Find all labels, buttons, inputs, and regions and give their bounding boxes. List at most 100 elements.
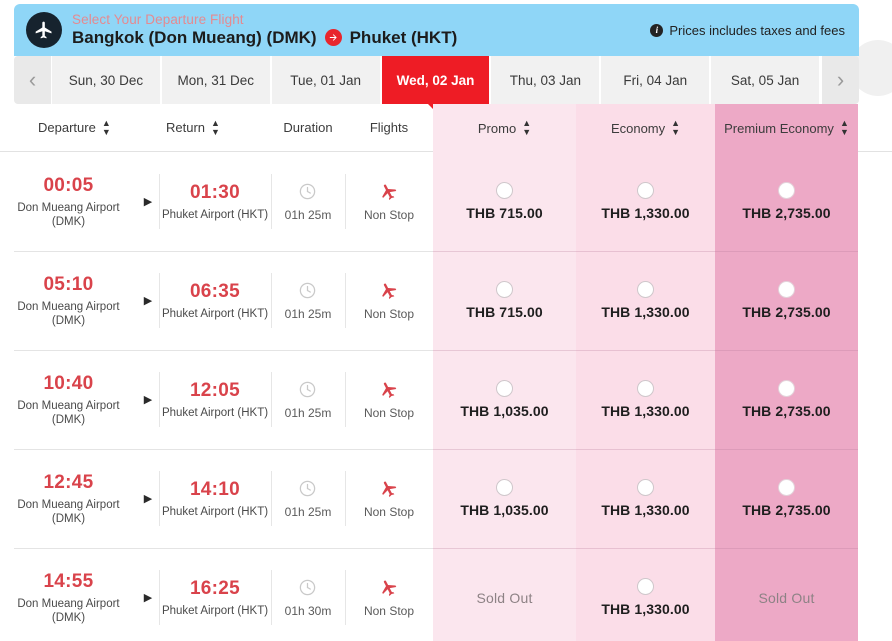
chevron-left-icon[interactable]: ‹ (14, 56, 52, 104)
sold-out-label: Sold Out (476, 589, 533, 606)
column-header-departure[interactable]: Departure ▲ ▼ (0, 104, 137, 152)
radio-button[interactable] (636, 182, 654, 199)
departure-cell: 10:40 Don Mueang Airport (DMK) (0, 350, 137, 449)
leg-arrow-icon: ▶ (137, 152, 159, 251)
fare-cell-premium-soldout: Sold Out (715, 548, 858, 641)
fare-cell-premium[interactable]: THB 2,735.00 (715, 152, 858, 251)
departure-time: 10:40 (43, 372, 94, 394)
date-tab-5[interactable]: Fri, 04 Jan (601, 56, 712, 104)
fare-option[interactable]: THB 1,330.00 (601, 479, 690, 518)
fare-price: THB 1,035.00 (460, 502, 549, 518)
departure-time: 12:45 (43, 471, 94, 493)
fare-option[interactable]: THB 1,035.00 (460, 380, 549, 419)
fare-option[interactable]: THB 2,735.00 (742, 479, 831, 518)
table-row[interactable]: 12:45 Don Mueang Airport (DMK) ▶ 14:10 Phuke… (0, 449, 892, 548)
fare-cell-economy[interactable]: THB 1,330.00 (576, 251, 715, 350)
departure-cell: 05:10 Don Mueang Airport (DMK) (0, 251, 137, 350)
radio-button[interactable] (636, 578, 654, 595)
column-header-economy[interactable]: Economy ▲ ▼ (576, 104, 715, 152)
departure-cell: 14:55 Don Mueang Airport (DMK) (0, 548, 137, 641)
arrival-cell: 01:30 Phuket Airport (HKT) (159, 152, 271, 251)
fare-price: THB 1,330.00 (601, 502, 690, 518)
table-row[interactable]: 05:10 Don Mueang Airport (DMK) ▶ 06:35 Phuke… (0, 251, 892, 350)
prices-note: i Prices includes taxes and fees (650, 23, 845, 38)
radio-button[interactable] (495, 380, 513, 397)
date-tab-label: Mon, 31 Dec (177, 72, 255, 88)
column-header-promo[interactable]: Promo ▲ ▼ (433, 104, 576, 152)
stops-label: Non Stop (363, 306, 415, 321)
row-pad (858, 548, 892, 641)
table-header-row: Departure ▲ ▼ Return ▲ ▼ Duration Flights … (0, 104, 892, 152)
date-tab-4[interactable]: Thu, 03 Jan (491, 56, 602, 104)
row-pad (858, 152, 892, 251)
fare-cell-premium[interactable]: THB 2,735.00 (715, 449, 858, 548)
column-label: Return (166, 120, 206, 135)
date-tab-label: Fri, 04 Jan (623, 72, 688, 88)
table-row[interactable]: 00:05 Don Mueang Airport (DMK) ▶ 01:30 Phuke… (0, 152, 892, 251)
fare-cell-economy[interactable]: THB 1,330.00 (576, 449, 715, 548)
radio-button[interactable] (777, 380, 795, 397)
table-row[interactable]: 14:55 Don Mueang Airport (DMK) ▶ 16:25 Phuke… (0, 548, 892, 641)
fare-option[interactable]: THB 715.00 (466, 281, 543, 320)
fare-cell-premium[interactable]: THB 2,735.00 (715, 350, 858, 449)
column-label: Flights (369, 120, 409, 135)
fare-option[interactable]: THB 2,735.00 (742, 182, 831, 221)
fare-cell-promo[interactable]: THB 1,035.00 (433, 350, 576, 449)
fare-price: THB 1,035.00 (460, 403, 549, 419)
arrival-airport: Phuket Airport (HKT) (161, 307, 269, 320)
flights-cell: Non Stop (345, 152, 433, 251)
duration-label: 01h 30m (284, 603, 332, 618)
column-label: Economy (610, 120, 666, 136)
table-row[interactable]: 10:40 Don Mueang Airport (DMK) ▶ 12:05 Phuke… (0, 350, 892, 449)
date-tab-1[interactable]: Mon, 31 Dec (161, 56, 272, 104)
sort-icon: ▲ ▼ (522, 118, 532, 137)
radio-button[interactable] (636, 281, 654, 298)
radio-button[interactable] (777, 479, 795, 496)
fare-option[interactable]: THB 1,035.00 (460, 479, 549, 518)
arrival-cell: 14:10 Phuket Airport (HKT) (159, 449, 271, 548)
duration-cell: 01h 25m (271, 350, 345, 449)
route-title: Bangkok (Don Mueang) (DMK) Phuket (HKT) (72, 27, 457, 48)
arrival-airport: Phuket Airport (HKT) (161, 604, 269, 617)
stops-label: Non Stop (363, 207, 415, 222)
fare-option[interactable]: THB 715.00 (466, 182, 543, 221)
fare-cell-economy[interactable]: THB 1,330.00 (576, 548, 715, 641)
column-header-premium-economy[interactable]: Premium Economy ▲ ▼ (715, 104, 858, 152)
departure-time: 00:05 (43, 174, 94, 196)
radio-button[interactable] (777, 182, 795, 199)
radio-button[interactable] (636, 479, 654, 496)
chevron-right-icon[interactable]: › (821, 56, 860, 104)
column-label: Departure (38, 120, 96, 135)
radio-button[interactable] (495, 479, 513, 496)
fare-option[interactable]: THB 1,330.00 (601, 578, 690, 617)
flights-cell: Non Stop (345, 350, 433, 449)
fare-option[interactable]: THB 1,330.00 (601, 380, 690, 419)
date-tab-label: Sat, 05 Jan (730, 72, 800, 88)
fare-option[interactable]: THB 2,735.00 (742, 281, 831, 320)
radio-button[interactable] (777, 281, 795, 298)
fare-cell-promo[interactable]: THB 1,035.00 (433, 449, 576, 548)
date-tab-0[interactable]: Sun, 30 Dec (52, 56, 162, 104)
date-tab-3-selected[interactable]: Wed, 02 Jan (381, 56, 492, 104)
fare-option[interactable]: THB 2,735.00 (742, 380, 831, 419)
fare-cell-premium[interactable]: THB 2,735.00 (715, 251, 858, 350)
plane-icon (26, 12, 62, 48)
fare-cell-economy[interactable]: THB 1,330.00 (576, 350, 715, 449)
fare-cell-promo[interactable]: THB 715.00 (433, 152, 576, 251)
fare-option[interactable]: THB 1,330.00 (601, 182, 690, 221)
fare-cell-economy[interactable]: THB 1,330.00 (576, 152, 715, 251)
radio-button[interactable] (495, 182, 513, 199)
leg-arrow-icon: ▶ (137, 350, 159, 449)
row-pad (858, 449, 892, 548)
radio-button[interactable] (495, 281, 513, 298)
fare-cell-promo[interactable]: THB 715.00 (433, 251, 576, 350)
fare-option[interactable]: THB 1,330.00 (601, 281, 690, 320)
date-tab-2[interactable]: Tue, 01 Jan (271, 56, 382, 104)
arrival-time: 12:05 (189, 379, 241, 401)
column-header-return[interactable]: Return ▲ ▼ (159, 104, 271, 152)
date-tab-6[interactable]: Sat, 05 Jan (711, 56, 822, 104)
radio-button[interactable] (636, 380, 654, 397)
fare-price: THB 715.00 (466, 304, 543, 320)
stops-label: Non Stop (363, 504, 415, 519)
destination-label: Phuket (HKT) (349, 28, 458, 47)
